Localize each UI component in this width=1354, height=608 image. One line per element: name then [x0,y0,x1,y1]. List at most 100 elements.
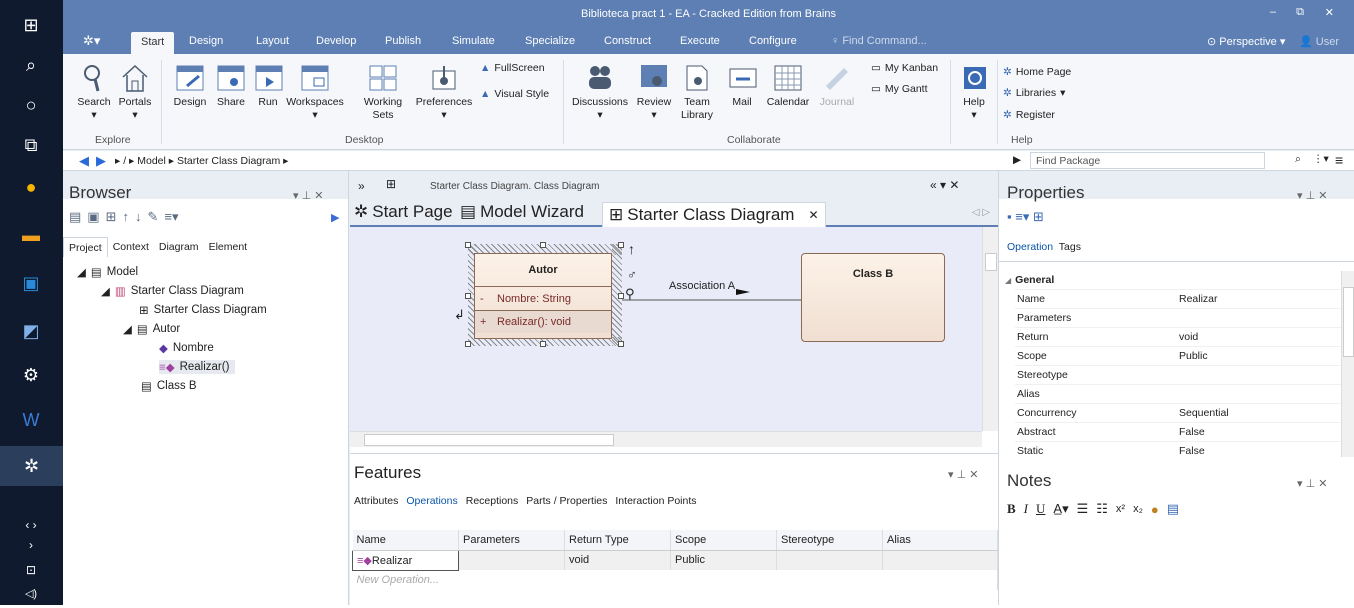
home-page-button[interactable]: ✲ Home Page [1003,66,1071,78]
tab-interaction-points[interactable]: Interaction Points [615,495,696,507]
minimize-button[interactable]: – [1270,6,1276,18]
portals-button[interactable]: Portals ▾ [115,62,155,122]
property-value[interactable]: Public [1173,350,1341,362]
design-button[interactable]: Design [170,62,210,109]
find-package-expand-icon[interactable]: ▶ [1013,154,1021,166]
tree-node-diagram[interactable]: ⊞ Starter Class Diagram [139,303,267,317]
col-scope[interactable]: Scope [670,530,777,551]
tab-parts-properties[interactable]: Parts / Properties [526,495,607,507]
new-package-icon[interactable]: ▤ [69,209,81,225]
bullet-list-icon[interactable]: ☰ [1077,501,1089,517]
document-icon[interactable]: ▤ [1167,501,1179,517]
breadcrumb-model[interactable]: Model [137,155,166,167]
perspective-button[interactable]: ⊙ Perspective ▾ [1207,35,1285,48]
vertical-scrollbar[interactable] [982,227,998,431]
property-value[interactable]: False [1173,445,1341,457]
col-parameters[interactable]: Parameters [458,530,565,551]
property-row[interactable]: Concurrency Sequential [1015,404,1341,423]
task-view-icon[interactable]: ⧉ [14,130,48,160]
notes-app-icon[interactable]: ◩ [14,316,48,346]
settings-icon[interactable]: ⚙ [14,360,48,390]
property-value[interactable]: False [1173,426,1341,438]
options-icon[interactable]: ⋮▾ [1313,153,1329,165]
tab-specialize[interactable]: Specialize [525,35,575,47]
bold-icon[interactable]: B [1007,501,1016,517]
underline-icon[interactable]: U [1036,501,1045,517]
volume-icon[interactable]: ◁) [14,578,48,608]
tree-node-package[interactable]: ◢ ▥ Starter Class Diagram [101,284,244,298]
enterprise-architect-icon[interactable]: ✲ [0,446,63,486]
tab-tags[interactable]: Tags [1059,241,1081,253]
run-button[interactable]: Run [253,62,283,109]
tab-start[interactable]: Start [131,32,175,54]
col-name[interactable]: Name [352,530,459,551]
menu-icon[interactable]: ≡▾ [164,209,178,225]
new-diagram-icon[interactable]: ⊞ [106,209,117,225]
preferences-button[interactable]: Preferences ▾ [413,62,475,122]
save-icon[interactable]: ▪ [1007,209,1012,224]
tab-layout[interactable]: Layout [256,35,289,47]
tab-scroll-icon[interactable]: ◁ ▷ [972,207,990,218]
breadcrumb-diagram[interactable]: Starter Class Diagram [177,155,280,167]
chrome-icon[interactable]: ● [14,172,48,202]
properties-icon[interactable]: ✎ [148,209,159,225]
scrollbar-thumb[interactable] [1343,287,1354,357]
tab-diagram[interactable]: Diagram [154,237,204,257]
search-icon[interactable]: ⌕ [14,50,48,80]
property-row[interactable]: Alias [1015,385,1341,404]
tab-context[interactable]: Context [108,237,154,257]
my-kanban-button[interactable]: ▭ My Kanban [871,62,938,74]
new-folder-icon[interactable]: ▣ [87,209,99,225]
tab-element[interactable]: Element [204,237,253,257]
discussions-button[interactable]: Discussions ▾ [569,62,631,122]
panel-options-icon[interactable]: ▾ ⊥ ✕ [1297,189,1327,202]
mail-button[interactable]: Mail [727,62,757,109]
spellcheck-icon[interactable]: ● [1151,502,1159,517]
scrollbar-thumb[interactable] [364,434,614,446]
font-color-icon[interactable]: A̲▾ [1053,501,1068,517]
tree-node-realizar[interactable]: ≡◆ Realizar() [159,360,236,374]
horizontal-scrollbar[interactable] [350,431,982,447]
working-sets-button[interactable]: Working Sets [354,62,412,122]
diagram-canvas[interactable]: Autor - Nombre: String + Realizar(): void … [350,227,982,431]
tab-operation[interactable]: Operation [1007,241,1053,253]
subscript-icon[interactable]: x₂ [1133,503,1143,515]
section-general[interactable]: ◢ General [1005,271,1341,290]
menu-icon[interactable]: ≡ [1335,152,1343,168]
panel-options-icon[interactable]: ▾ ⊥ ✕ [1297,477,1327,490]
tab-receptions[interactable]: Receptions [466,495,519,507]
tab-configure[interactable]: Configure [749,35,797,47]
property-row[interactable]: Parameters [1015,309,1341,328]
fullscreen-button[interactable]: ▲ FullScreen [480,62,545,74]
tab-design[interactable]: Design [189,35,223,47]
col-stereotype[interactable]: Stereotype [776,530,883,551]
close-tab-icon[interactable]: ✕ [808,208,818,222]
property-row[interactable]: Name Realizar [1015,290,1341,309]
tab-execute[interactable]: Execute [680,35,720,47]
menu-icon[interactable]: ≡▾ [1015,209,1029,224]
workspaces-button[interactable]: Workspaces ▾ [284,62,346,122]
scrollbar-thumb[interactable] [985,253,997,271]
search-button[interactable]: Search ▾ [76,62,112,122]
property-row[interactable]: Abstract False [1015,423,1341,442]
properties-dialog-icon[interactable]: ⊞ [1033,209,1044,224]
new-operation-input[interactable]: New Operation... [352,570,998,590]
tree-node-nombre[interactable]: ◆ Nombre [159,341,214,355]
tree-node-autor[interactable]: ◢ ▤ Autor [123,322,180,336]
file-explorer-icon[interactable]: ▬ [14,220,48,250]
class-b[interactable]: Class B [801,253,945,342]
tab-operations[interactable]: Operations [406,495,457,507]
property-row[interactable]: Stereotype [1015,366,1341,385]
help-button[interactable]: Help ▾ [959,62,989,122]
find-package-input[interactable]: Find Package [1030,152,1265,169]
table-row[interactable]: ≡◆Realizar void Public [352,549,998,571]
col-alias[interactable]: Alias [882,530,998,551]
register-button[interactable]: ✲ Register [1003,109,1055,121]
back-arrow-icon[interactable]: ◀ [79,153,89,169]
windows-start-icon[interactable]: ⊞ [14,10,48,40]
find-command-input[interactable]: ♀ Find Command... [831,35,927,47]
cortana-icon[interactable]: ○ [14,90,48,120]
numbered-list-icon[interactable]: ☷ [1096,501,1108,517]
tab-simulate[interactable]: Simulate [452,35,495,47]
tab-construct[interactable]: Construct [604,35,651,47]
